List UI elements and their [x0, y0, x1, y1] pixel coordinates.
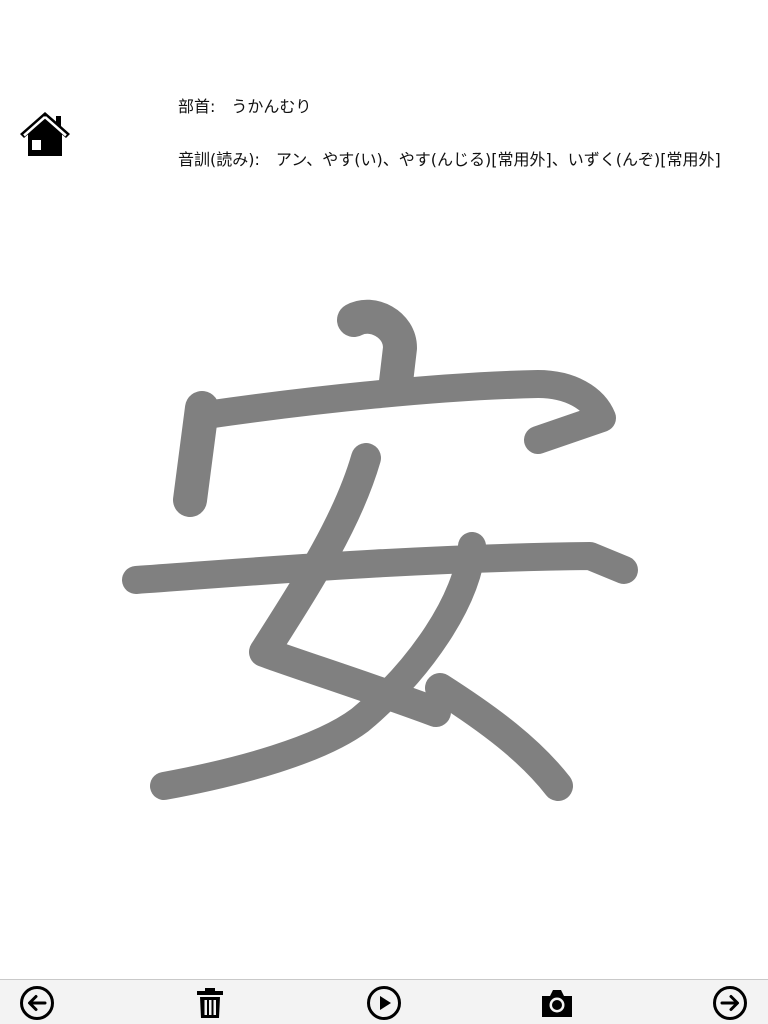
- play-button[interactable]: [366, 985, 402, 1021]
- kanji-screen: 部首: うかんむり 音訓(読み): アン、やす(い)、やす(んじる)[常用外]、いず…: [0, 0, 768, 1024]
- radical-row: 部首: うかんむり: [178, 96, 756, 118]
- reading-label: 音訓(読み):: [178, 150, 260, 169]
- reading-value: アン、やす(い)、やす(んじる)[常用外]、いずく(んぞ)[常用外]: [275, 150, 721, 169]
- radical-value: うかんむり: [231, 97, 312, 116]
- play-circle-icon: [367, 986, 401, 1020]
- kanji-info: 部首: うかんむり 音訓(読み): アン、やす(い)、やす(んじる)[常用外]、いず…: [178, 96, 756, 171]
- arrow-left-circle-icon: [20, 986, 54, 1020]
- clear-button[interactable]: [192, 985, 228, 1021]
- home-icon: [20, 112, 70, 156]
- trash-icon: [197, 988, 223, 1018]
- previous-button[interactable]: [19, 985, 55, 1021]
- radical-label: 部首:: [178, 97, 216, 116]
- home-button[interactable]: [18, 108, 72, 160]
- camera-icon: [542, 990, 572, 1017]
- reading-row: 音訓(読み): アン、やす(い)、やす(んじる)[常用外]、いずく(んぞ)[常用外…: [178, 149, 756, 171]
- kanji-drawing-canvas[interactable]: [110, 280, 660, 830]
- arrow-right-circle-icon: [713, 986, 747, 1020]
- camera-button[interactable]: [539, 985, 575, 1021]
- bottom-toolbar: [0, 979, 768, 1024]
- kanji-glyph: [122, 299, 638, 801]
- next-button[interactable]: [712, 985, 748, 1021]
